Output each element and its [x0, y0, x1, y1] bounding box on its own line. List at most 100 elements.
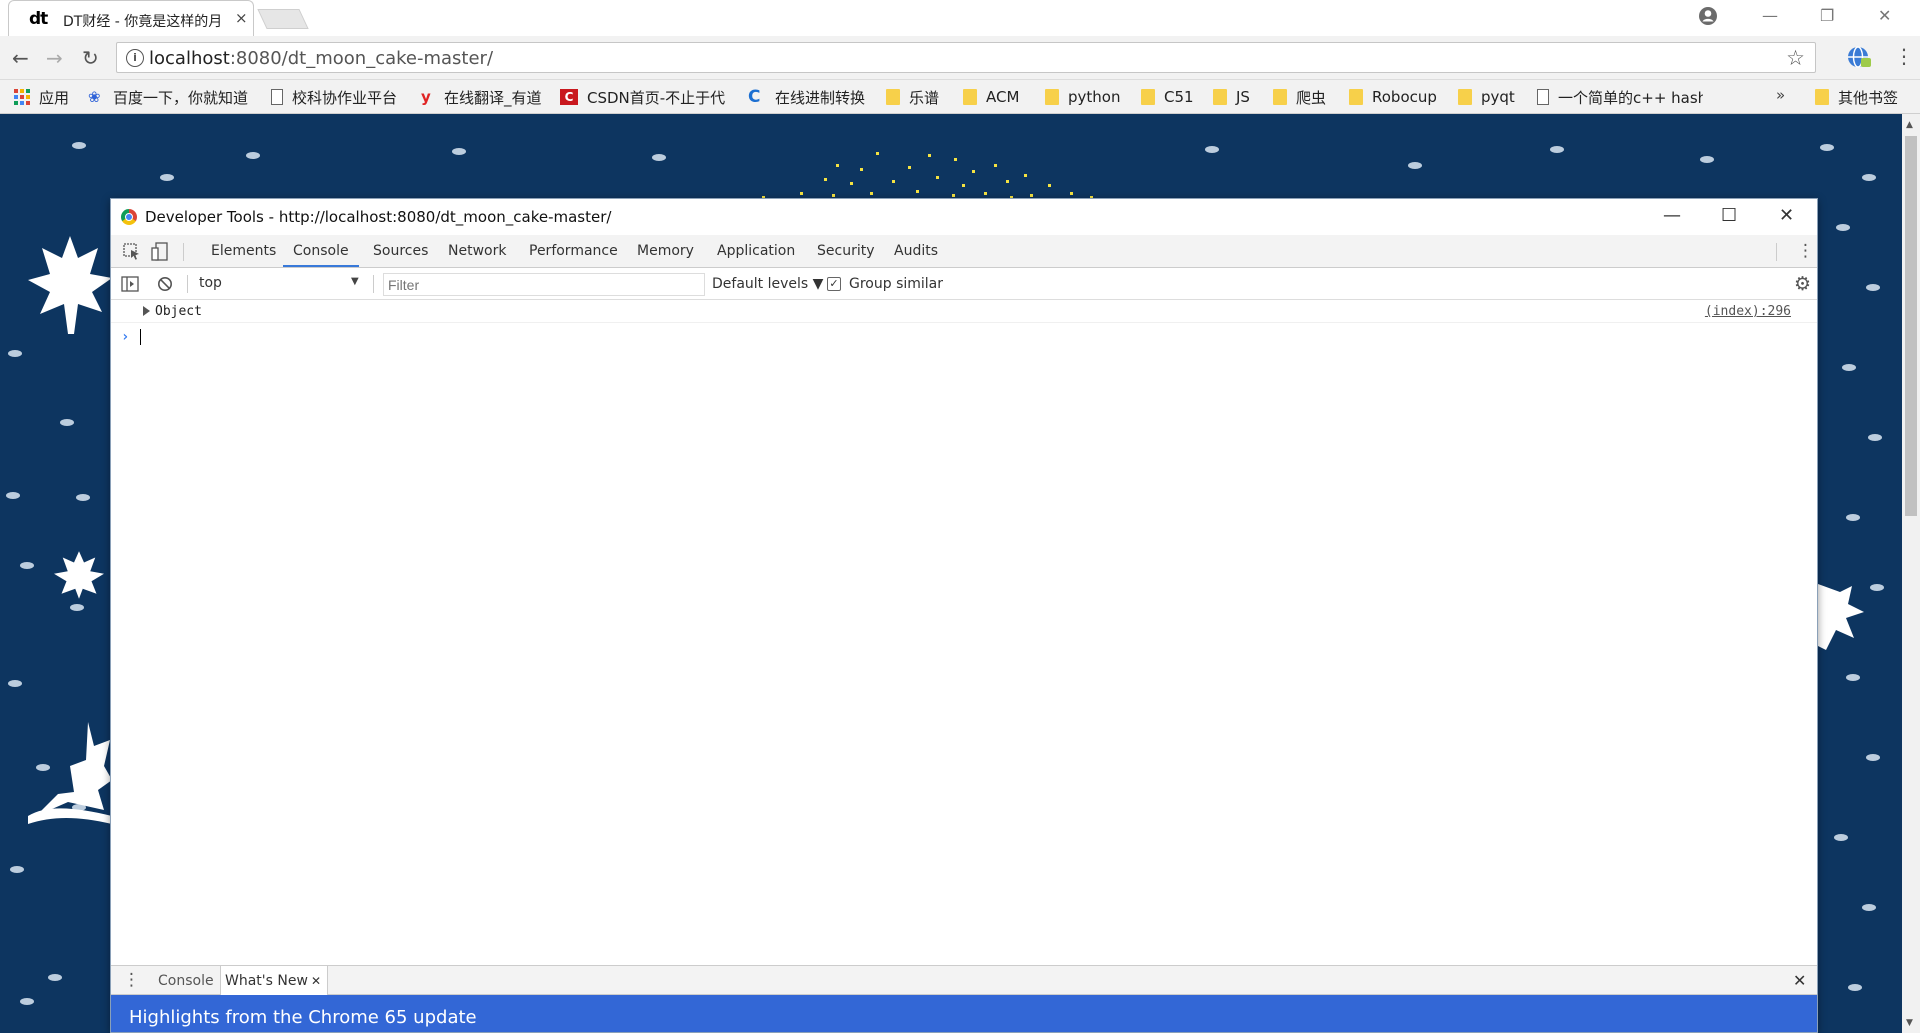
tab-close-icon[interactable]: × — [235, 9, 248, 27]
devtools-minimize-icon[interactable]: — — [1663, 205, 1681, 226]
back-arrow-icon[interactable]: ← — [12, 46, 29, 70]
bookmark-item[interactable]: python — [1045, 87, 1120, 107]
snow-dot — [1862, 904, 1876, 911]
snow-dot — [70, 604, 84, 611]
snow-dot — [1862, 174, 1876, 181]
site-info-icon[interactable]: i — [126, 49, 144, 67]
snow-dot — [10, 866, 24, 873]
console-filter-input[interactable] — [383, 273, 705, 296]
devtools-tab-bar: Elements Console Sources Network Perform… — [111, 235, 1817, 268]
bookmark-item[interactable]: C51 — [1141, 87, 1194, 107]
address-bar[interactable]: i localhost:8080/dt_moon_cake-master/ ☆ — [116, 42, 1816, 73]
whats-new-banner: Highlights from the Chrome 65 update — [111, 995, 1817, 1032]
drawer-tab-close-icon[interactable]: ✕ — [311, 974, 321, 988]
group-similar-checkbox[interactable]: ✓ — [827, 277, 841, 291]
account-icon[interactable] — [1698, 6, 1718, 26]
show-sidebar-icon[interactable] — [121, 276, 139, 292]
bookmark-star-icon[interactable]: ☆ — [1786, 46, 1805, 70]
bookmark-item[interactable]: C CSDN首页-不止于代 — [560, 87, 725, 107]
inspect-element-icon[interactable] — [123, 243, 141, 261]
devtools-window: Developer Tools - http://localhost:8080/… — [110, 198, 1818, 1033]
snow-dot — [48, 974, 62, 981]
tab-console[interactable]: Console — [293, 243, 349, 259]
scroll-up-arrow-icon[interactable]: ▲ — [1906, 120, 1913, 130]
scrollbar-thumb[interactable] — [1905, 136, 1917, 516]
restore-icon[interactable]: ❐ — [1820, 6, 1834, 25]
snow-dot — [60, 419, 74, 426]
tab-separator — [183, 243, 184, 261]
tab-strip: dt DT财经 - 你竟是这样的月 × — ❐ ✕ — [0, 0, 1920, 36]
tab-application[interactable]: Application — [717, 243, 795, 259]
tab-elements[interactable]: Elements — [211, 243, 276, 259]
bookmark-item[interactable]: 爬虫 — [1273, 87, 1326, 107]
drawer-tab-console[interactable]: Console — [158, 973, 214, 989]
bookmark-item[interactable]: y 在线翻译_有道 — [421, 87, 542, 107]
devtools-menu-icon[interactable]: ⋮ — [1797, 243, 1814, 260]
snow-dot — [652, 154, 666, 161]
snow-dot — [20, 998, 34, 1005]
minimize-icon[interactable]: — — [1762, 6, 1778, 25]
page-scrollbar[interactable]: ▲ ▼ — [1902, 114, 1920, 1033]
forward-arrow-icon[interactable]: → — [46, 46, 63, 70]
bookmark-item[interactable]: 一个简单的c++ hash — [1537, 87, 1703, 107]
device-toolbar-icon[interactable] — [151, 242, 169, 262]
clear-console-icon[interactable] — [157, 276, 173, 292]
new-tab-button[interactable] — [257, 9, 309, 29]
snow-dot — [1866, 284, 1880, 291]
context-dropdown-arrow-icon[interactable]: ▼ — [351, 276, 359, 287]
logged-object[interactable]: Object — [155, 304, 202, 319]
bookmark-item[interactable]: JS — [1213, 87, 1250, 107]
drawer-close-icon[interactable]: ✕ — [1793, 971, 1806, 990]
drawer-tab-whats-new[interactable]: What's New ✕ — [220, 966, 328, 995]
tab-title: DT财经 - 你竟是这样的月 — [63, 14, 223, 30]
log-levels-dropdown[interactable]: Default levels ▼ — [712, 276, 823, 292]
window-close-icon[interactable]: ✕ — [1878, 6, 1891, 25]
bookmark-item[interactable]: 乐谱 — [886, 87, 939, 107]
snow-dot — [8, 680, 22, 687]
console-input-caret[interactable] — [140, 329, 141, 345]
folder-icon — [1273, 89, 1287, 105]
bookmark-item[interactable]: ❀ 百度一下，你就知道 — [88, 87, 248, 107]
apps-icon — [14, 89, 30, 105]
console-settings-gear-icon[interactable]: ⚙ — [1794, 273, 1811, 295]
snow-dot — [1846, 674, 1860, 681]
bookmarks-overflow-chevron[interactable]: » — [1776, 86, 1785, 104]
devtools-maximize-icon[interactable]: ☐ — [1721, 205, 1737, 226]
tab-sources[interactable]: Sources — [373, 243, 428, 259]
tab-memory[interactable]: Memory — [637, 243, 694, 259]
snow-dot — [452, 148, 466, 155]
console-output[interactable]: Object (index):296 › — [111, 300, 1817, 940]
url-text[interactable]: localhost:8080/dt_moon_cake-master/ — [149, 48, 493, 69]
browser-tab[interactable]: dt DT财经 - 你竟是这样的月 × — [8, 0, 254, 36]
folder-icon — [1815, 89, 1829, 105]
csdn-icon: C — [560, 89, 578, 105]
tab-security[interactable]: Security — [817, 243, 875, 259]
snow-dot — [1870, 584, 1884, 591]
tab-performance[interactable]: Performance — [529, 243, 618, 259]
drawer-menu-icon[interactable]: ⋮ — [123, 972, 140, 989]
expand-triangle-icon[interactable] — [143, 306, 150, 316]
extension-globe-icon[interactable] — [1846, 45, 1872, 69]
bookmark-item[interactable]: 校科协作业平台 — [271, 87, 397, 107]
scroll-down-arrow-icon[interactable]: ▼ — [1906, 1018, 1913, 1028]
snow-dot — [1820, 144, 1834, 151]
folder-icon — [1458, 89, 1472, 105]
devtools-close-icon[interactable]: ✕ — [1779, 205, 1794, 226]
bookmark-item[interactable]: C 在线进制转换 — [748, 87, 865, 107]
tab-network[interactable]: Network — [448, 243, 506, 259]
tab-audits[interactable]: Audits — [894, 243, 938, 259]
bookmark-item[interactable]: ACM — [963, 87, 1019, 107]
chrome-menu-icon[interactable]: ⋮ — [1894, 44, 1914, 68]
folder-icon — [1349, 89, 1363, 105]
maple-leaf-decoration — [1818, 584, 1864, 650]
bookmark-item[interactable]: Robocup — [1349, 87, 1437, 107]
bookmark-item[interactable]: pyqt — [1458, 87, 1515, 107]
context-selector[interactable]: top — [199, 275, 222, 291]
other-bookmarks[interactable]: 其他书签 — [1815, 87, 1898, 107]
reload-icon[interactable]: ↻ — [82, 46, 99, 70]
drawer-tab-bar: ⋮ Console What's New ✕ ✕ — [111, 965, 1817, 995]
chrome-logo-icon — [121, 209, 137, 225]
bookmark-item[interactable]: 应用 — [14, 87, 69, 107]
source-location-link[interactable]: (index):296 — [1705, 304, 1791, 319]
bookmarks-bar: 应用 ❀ 百度一下，你就知道 校科协作业平台 y 在线翻译_有道 C CSDN首… — [0, 80, 1920, 114]
